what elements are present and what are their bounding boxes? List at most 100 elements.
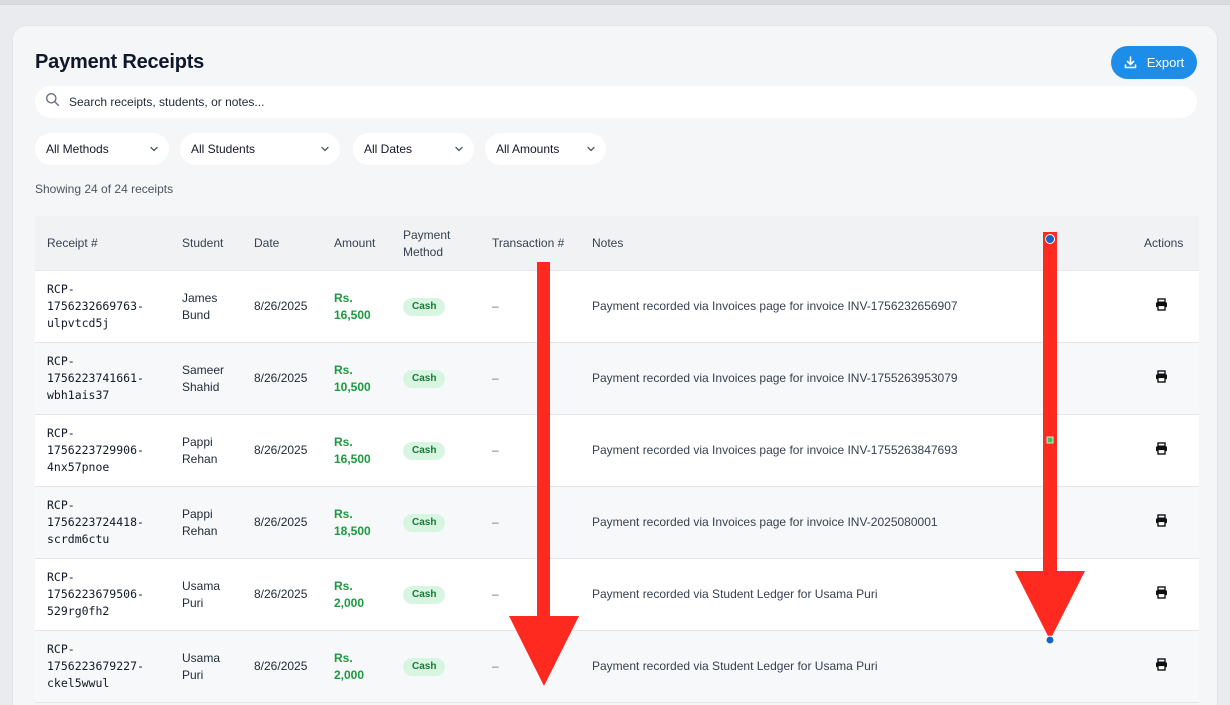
amount-value: 16,500: [334, 308, 371, 322]
receipt-date: 8/26/2025: [254, 371, 308, 385]
receipt-notes: Payment recorded via Invoices page for i…: [592, 299, 958, 313]
transaction-number: –: [492, 515, 499, 529]
amount-currency: Rs.: [334, 363, 353, 377]
student-name-line: Pappi: [182, 435, 213, 449]
chevron-down-icon: [587, 146, 595, 152]
print-button[interactable]: [1155, 514, 1168, 532]
amount-currency: Rs.: [334, 651, 353, 665]
download-icon: [1124, 56, 1137, 69]
transaction-number: –: [492, 371, 499, 385]
filter-methods[interactable]: All Methods: [35, 133, 169, 165]
table-row: RCP- 1756223729906- 4nx57pnoe Pappi Reha…: [35, 415, 1199, 487]
receipt-notes: Payment recorded via Student Ledger for …: [592, 659, 878, 673]
header-actions: Actions: [1144, 236, 1184, 250]
filter-label: All Students: [191, 142, 256, 156]
amount-value: 18,500: [334, 524, 371, 538]
transaction-number: –: [492, 587, 499, 601]
receipt-number-line: 4nx57pnoe: [47, 460, 110, 474]
transaction-number: –: [492, 299, 499, 313]
results-count: Showing 24 of 24 receipts: [35, 182, 174, 196]
receipt-number: RCP- 1756223679506- 529rg0fh2: [47, 569, 144, 620]
printer-icon: [1156, 298, 1167, 311]
header-notes: Notes: [592, 236, 624, 250]
search-input[interactable]: [69, 95, 1069, 109]
receipts-card: Payment Receipts Export All Methods All …: [12, 25, 1218, 705]
print-button[interactable]: [1155, 586, 1168, 604]
table-row: RCP- 1756223724418- scrdm6ctu Pappi Reha…: [35, 487, 1199, 559]
receipt-amount: Rs. 10,500: [334, 362, 371, 396]
receipt-number-line: RCP-: [47, 642, 75, 656]
student-name-line: Puri: [182, 596, 204, 610]
header-date: Date: [254, 236, 280, 250]
student-name-line: Sameer: [182, 363, 225, 377]
amount-currency: Rs.: [334, 507, 353, 521]
receipt-number-line: RCP-: [47, 498, 75, 512]
printer-icon: [1156, 370, 1167, 383]
payment-method-badge: Cash: [403, 370, 446, 388]
filter-label: All Methods: [46, 142, 109, 156]
chevron-down-icon: [321, 146, 329, 152]
receipt-amount: Rs. 2,000: [334, 650, 364, 684]
payment-method-badge: Cash: [403, 442, 446, 460]
receipt-notes: Payment recorded via Invoices page for i…: [592, 443, 958, 457]
chevron-down-icon: [455, 146, 463, 152]
filter-label: All Amounts: [496, 142, 560, 156]
student-name: Pappi Rehan: [182, 434, 217, 468]
search-icon: [45, 92, 60, 112]
header-method-line: Payment: [403, 228, 451, 242]
receipt-number-line: RCP-: [47, 426, 75, 440]
student-name: Usama Puri: [182, 650, 220, 684]
table-row: RCP- 1756232669763- ulpvtcd5j James Bund…: [35, 271, 1199, 343]
receipt-number-line: RCP-: [47, 570, 75, 584]
printer-icon: [1156, 658, 1167, 671]
amount-value: 2,000: [334, 668, 365, 682]
table-row: RCP- 1756223679506- 529rg0fh2 Usama Puri…: [35, 559, 1199, 631]
receipt-number-line: 529rg0fh2: [47, 604, 110, 618]
amount-value: 10,500: [334, 380, 371, 394]
payment-method-badge: Cash: [403, 658, 446, 676]
student-name-line: Shahid: [182, 380, 220, 394]
transaction-number: –: [492, 443, 499, 457]
student-name-line: Usama: [182, 579, 221, 593]
receipt-number-line: RCP-: [47, 282, 75, 296]
receipt-amount: Rs. 16,500: [334, 434, 371, 468]
receipt-number: RCP- 1756223729906- 4nx57pnoe: [47, 425, 144, 476]
receipt-number-line: 1756223724418-: [47, 515, 144, 529]
student-name: Sameer Shahid: [182, 362, 224, 396]
student-name-line: Rehan: [182, 524, 218, 538]
receipt-number-line: scrdm6ctu: [47, 532, 110, 546]
receipt-number-line: RCP-: [47, 354, 75, 368]
student-name: Pappi Rehan: [182, 506, 217, 540]
student-name: Usama Puri: [182, 578, 220, 612]
receipt-date: 8/26/2025: [254, 515, 308, 529]
receipt-number-line: 1756223679506-: [47, 587, 144, 601]
receipt-amount: Rs. 18,500: [334, 506, 371, 540]
export-button[interactable]: Export: [1111, 46, 1197, 79]
table-row: RCP- 1756223741661- wbh1ais37 Sameer Sha…: [35, 343, 1199, 415]
print-button[interactable]: [1155, 298, 1168, 316]
receipt-number-line: ckel5wwul: [47, 676, 110, 690]
table-header: Receipt # Student Date Amount Payment Me…: [35, 216, 1199, 271]
header-student: Student: [182, 236, 224, 250]
receipt-amount: Rs. 2,000: [334, 578, 364, 612]
amount-value: 16,500: [334, 452, 371, 466]
search-bar[interactable]: [35, 86, 1197, 118]
receipt-amount: Rs. 16,500: [334, 290, 371, 324]
filter-students[interactable]: All Students: [180, 133, 340, 165]
receipt-number-line: ulpvtcd5j: [47, 316, 110, 330]
printer-icon: [1156, 514, 1167, 527]
table-body: RCP- 1756232669763- ulpvtcd5j James Bund…: [35, 271, 1199, 703]
header-amount: Amount: [334, 236, 376, 250]
receipt-notes: Payment recorded via Invoices page for i…: [592, 515, 938, 529]
print-button[interactable]: [1155, 370, 1168, 388]
print-button[interactable]: [1155, 658, 1168, 676]
student-name-line: Puri: [182, 668, 204, 682]
receipt-number: RCP- 1756223741661- wbh1ais37: [47, 353, 144, 404]
receipt-notes: Payment recorded via Invoices page for i…: [592, 371, 958, 385]
filter-dates[interactable]: All Dates: [353, 133, 474, 165]
student-name-line: Rehan: [182, 452, 218, 466]
print-button[interactable]: [1155, 442, 1168, 460]
receipt-date: 8/26/2025: [254, 587, 308, 601]
amount-currency: Rs.: [334, 579, 353, 593]
filter-amounts[interactable]: All Amounts: [485, 133, 606, 165]
